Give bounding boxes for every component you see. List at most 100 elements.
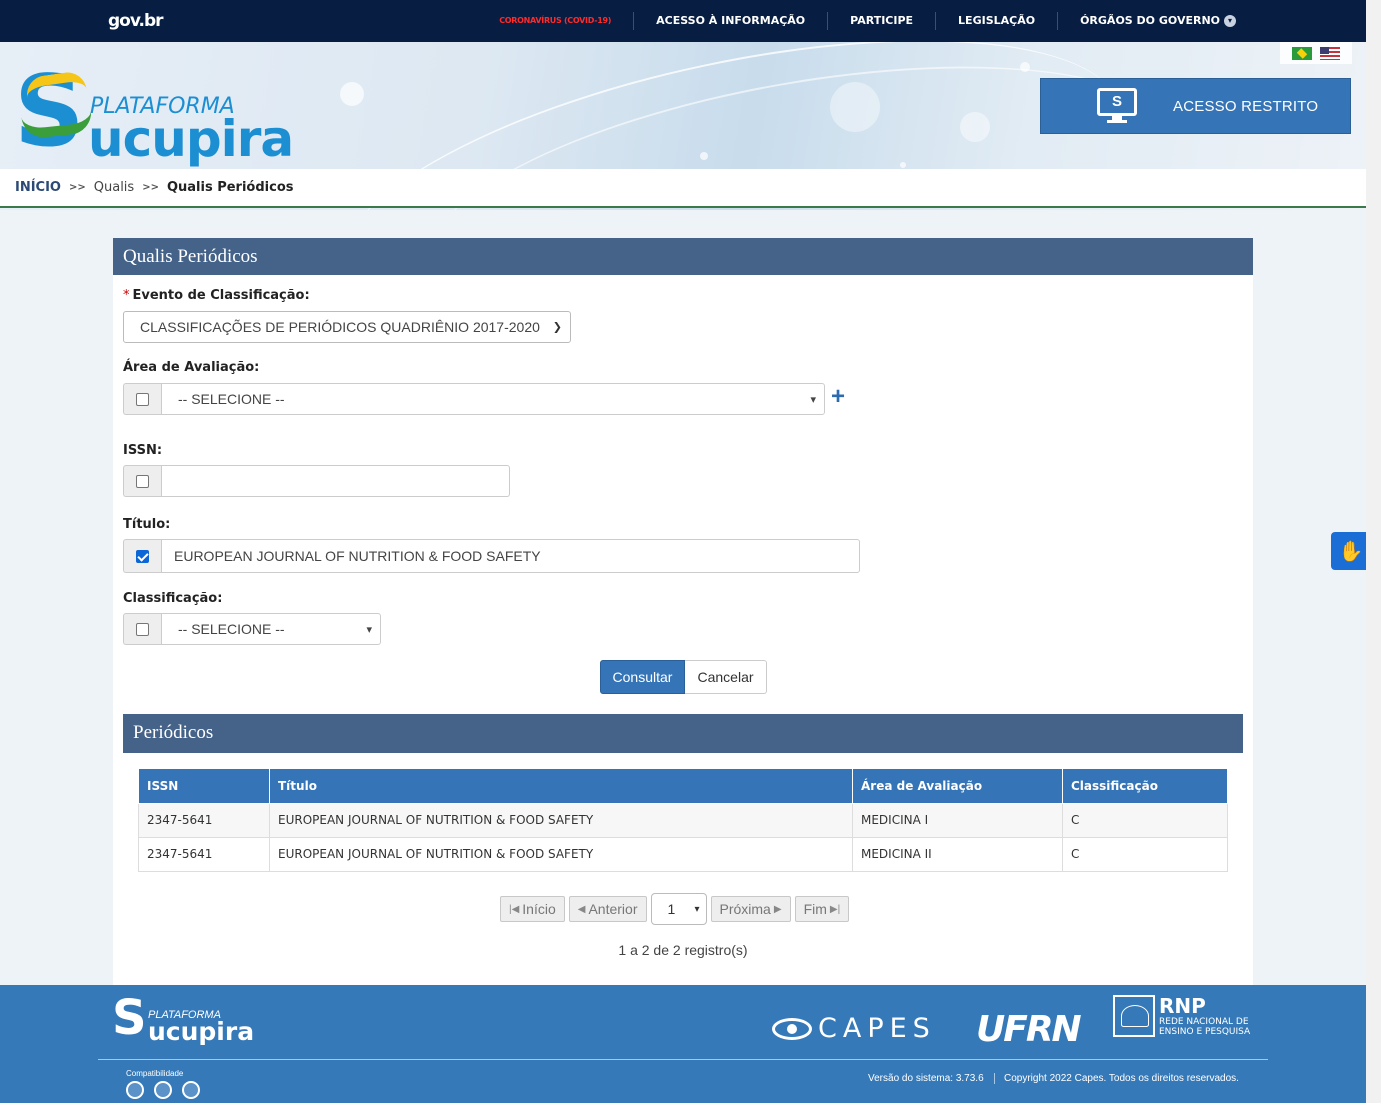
page-scrollbar[interactable] <box>1366 0 1381 1103</box>
area-label: Área de Avaliação: <box>123 360 260 375</box>
evento-select[interactable]: CLASSIFICAÇÕES DE PERIÓDICOS QUADRIÊNIO … <box>123 311 571 343</box>
monitor-icon: S <box>1097 88 1137 124</box>
classificacao-checkbox-cell <box>123 613 161 645</box>
browser-icons <box>126 1081 200 1099</box>
compat-label: Compatibilidade <box>126 1069 184 1078</box>
area-checkbox[interactable] <box>136 392 149 406</box>
evento-label-text: Evento de Classificação: <box>132 288 310 303</box>
next-page-button[interactable]: Próxima ▶ <box>710 896 791 922</box>
issn-checkbox[interactable] <box>136 474 149 488</box>
col-area[interactable]: Área de Avaliação <box>852 769 1063 804</box>
table-row[interactable]: 2347-5641 EUROPEAN JOURNAL OF NUTRITION … <box>138 836 1228 872</box>
required-marker: * <box>123 288 130 303</box>
safari-icon <box>182 1081 200 1099</box>
record-count: 1 a 2 de 2 registro(s) <box>618 942 748 958</box>
logo-ucupira-text: ucupira <box>88 110 294 168</box>
area-select[interactable]: -- SELECIONE -- ▾ <box>161 383 825 415</box>
sucupira-logo[interactable]: S PLATAFORMA ucupira <box>14 62 294 168</box>
first-page-label: Início <box>522 901 556 917</box>
monitor-screen: S <box>1097 88 1137 116</box>
cell-issn: 2347-5641 <box>138 836 270 872</box>
area-checkbox-cell <box>123 383 161 415</box>
titulo-input[interactable]: EUROPEAN JOURNAL OF NUTRITION & FOOD SAF… <box>161 539 860 573</box>
evento-select-value: CLASSIFICAÇÕES DE PERIÓDICOS QUADRIÊNIO … <box>140 319 540 335</box>
brazil-flag-icon[interactable] <box>1292 46 1312 60</box>
nav-legislacao[interactable]: LEGISLAÇÃO <box>935 12 1057 30</box>
issn-checkbox-cell <box>123 465 161 497</box>
vlibras-hands-icon[interactable]: ✋ <box>1331 532 1371 570</box>
next-icon: ▶ <box>773 903 782 915</box>
acesso-restrito-button[interactable]: S ACESSO RESTRITO <box>1040 78 1351 134</box>
classificacao-label: Classificação: <box>123 591 223 606</box>
area-group: -- SELECIONE -- ▾ <box>123 383 825 415</box>
rnp-logo[interactable]: RNP REDE NACIONAL DE ENSINO E PESQUISA <box>1113 995 1250 1037</box>
system-version: Versão do sistema: 3.73.6 <box>868 1073 984 1084</box>
table-header-row: ISSN Título Área de Avaliação Classifica… <box>138 769 1228 804</box>
cancelar-button[interactable]: Cancelar <box>685 660 767 694</box>
monitor-base <box>1107 120 1127 123</box>
nav-orgaos-governo[interactable]: ÓRGÃOS DO GOVERNO ▾ <box>1057 12 1258 30</box>
copyright: Copyright 2022 Capes. Todos os direitos … <box>994 1073 1239 1084</box>
breadcrumb-current: Qualis Periódicos <box>166 180 294 195</box>
classificacao-select[interactable]: -- SELECIONE -- ▾ <box>161 613 381 645</box>
classificacao-group: -- SELECIONE -- ▾ <box>123 613 381 645</box>
nav-acesso-informacao[interactable]: ACESSO À INFORMAÇÃO <box>633 12 827 30</box>
table-row[interactable]: 2347-5641 EUROPEAN JOURNAL OF NUTRITION … <box>138 802 1228 838</box>
cell-titulo: EUROPEAN JOURNAL OF NUTRITION & FOOD SAF… <box>269 802 853 838</box>
issn-label: ISSN: <box>123 443 163 458</box>
add-area-icon[interactable]: + <box>831 385 845 409</box>
next-label: Próxima <box>719 901 771 917</box>
pagination: |◀ Início ◀ Anterior 1 ▾ Próxima ▶ Fim ▶| <box>500 893 850 925</box>
footer-divider <box>98 1059 1268 1060</box>
firefox-icon <box>154 1081 172 1099</box>
footer-logo-ucupira: ucupira <box>148 1017 255 1046</box>
previous-label: Anterior <box>588 901 638 917</box>
col-issn[interactable]: ISSN <box>138 769 270 804</box>
language-flags <box>1280 42 1352 64</box>
last-page-label: Fim <box>803 901 827 917</box>
col-titulo[interactable]: Título <box>269 769 853 804</box>
col-classificacao[interactable]: Classificação <box>1062 769 1228 804</box>
capes-logo-text: CAPES <box>818 1013 936 1044</box>
cell-area: MEDICINA I <box>852 802 1063 838</box>
issn-input[interactable] <box>161 465 510 497</box>
breadcrumb-home[interactable]: INÍCIO <box>15 180 61 195</box>
nav-orgaos-label: ÓRGÃOS DO GOVERNO <box>1080 14 1220 27</box>
titulo-checkbox[interactable] <box>136 549 149 563</box>
rnp-globe-icon <box>1113 995 1155 1037</box>
first-page-button[interactable]: |◀ Início <box>500 896 565 922</box>
panel-title: Qualis Periódicos <box>113 238 1253 275</box>
decor-bubble <box>700 152 708 160</box>
decor-bubble <box>340 82 364 106</box>
chevron-down-icon: ▾ <box>1224 15 1236 27</box>
breadcrumb-qualis[interactable]: Qualis <box>94 180 134 195</box>
cell-classificacao: C <box>1062 836 1228 872</box>
nav-covid[interactable]: CORONAVÍRUS (COVID-19) <box>477 12 633 30</box>
breadcrumb-separator: >> <box>68 182 86 193</box>
results-title: Periódicos <box>123 714 1243 753</box>
titulo-label: Título: <box>123 517 171 532</box>
cell-issn: 2347-5641 <box>138 802 270 838</box>
chevron-down-icon: ▾ <box>366 623 372 636</box>
page-select[interactable]: 1 ▾ <box>650 893 707 925</box>
site-footer: S PLATAFORMA ucupira CAPES UFRN RNP REDE… <box>0 985 1366 1103</box>
us-flag-icon[interactable] <box>1320 46 1340 60</box>
decor-bubble <box>1020 62 1030 72</box>
chevron-down-icon: ▾ <box>694 903 700 915</box>
consultar-button[interactable]: Consultar <box>600 660 685 694</box>
chevron-down-icon: ▾ <box>810 393 816 406</box>
nav-participe[interactable]: PARTICIPE <box>827 12 935 30</box>
last-page-button[interactable]: Fim ▶| <box>794 896 850 922</box>
previous-page-button[interactable]: ◀ Anterior <box>568 896 647 922</box>
rnp-sub1: REDE NACIONAL DE <box>1159 1017 1249 1027</box>
govbr-logo[interactable]: gov.br <box>108 11 164 31</box>
page-select-value: 1 <box>667 901 676 917</box>
rnp-title: RNP <box>1159 994 1206 1018</box>
results-table: ISSN Título Área de Avaliação Classifica… <box>138 769 1228 872</box>
capes-logo[interactable]: CAPES <box>772 1013 936 1044</box>
classificacao-checkbox[interactable] <box>136 622 149 636</box>
evento-label: * Evento de Classificação: <box>123 288 310 303</box>
ufrn-logo[interactable]: UFRN <box>976 1009 1082 1050</box>
issn-group <box>123 465 510 497</box>
decor-bubble <box>900 162 906 168</box>
